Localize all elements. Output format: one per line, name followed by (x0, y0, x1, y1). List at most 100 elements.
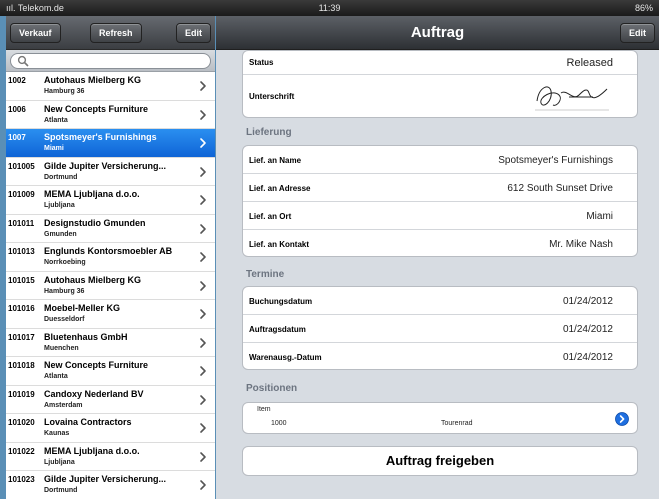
lieferung-row: Lief. an Adresse 612 South Sunset Drive (243, 174, 637, 202)
lieferung-label: Lief. an Kontakt (249, 240, 310, 249)
lieferung-value: Spotsmeyer's Furnishings (498, 155, 613, 166)
list-item-name: Gilde Jupiter Versicherung... (44, 474, 167, 484)
signature-row[interactable]: Unterschrift (243, 75, 637, 117)
list-item[interactable]: 101019 Candoxy Nederland BV Amsterdam (6, 385, 215, 414)
lieferung-row: Lief. an Name Spotsmeyer's Furnishings (243, 146, 637, 174)
list-item-name: Moebel-Meller KG (44, 303, 121, 313)
position-header: Item (257, 406, 271, 413)
list-item[interactable]: 1002 Autohaus Mielberg KG Hamburg 36 (6, 72, 215, 101)
list-item-city: Duesseldorf (44, 316, 85, 323)
list-item-city: Atlanta (44, 116, 68, 124)
list-item[interactable]: 1007 Spotsmeyer's Furnishings Miami (6, 129, 215, 158)
search-bar (6, 50, 215, 72)
list-item-number: 101017 (8, 332, 35, 342)
position-item-name: Tourenrad (441, 420, 473, 427)
battery-percent: 86% (634, 3, 653, 13)
list-item-city: Miami (44, 145, 64, 152)
section-title-lieferung: Lieferung (246, 127, 292, 138)
list-item-name: MEMA Ljubljana d.o.o. (44, 445, 140, 456)
chevron-right-icon (200, 480, 206, 490)
back-verkauf-button[interactable]: Verkauf (10, 23, 61, 43)
list-item-name: Lovaina Contractors (44, 417, 132, 427)
list-item-name: Spotsmeyer's Furnishings (44, 132, 157, 142)
chevron-right-icon (200, 252, 206, 262)
status-bar: ııl. Telekom.de 11:39 86% (0, 0, 659, 16)
list-item-number: 101011 (8, 218, 35, 228)
auftrag-freigeben-button[interactable]: Auftrag freigeben (242, 446, 638, 476)
list-item[interactable]: 101020 Lovaina Contractors Kaunas (6, 414, 215, 443)
lieferung-value: Miami (586, 211, 613, 222)
chevron-right-icon (200, 423, 206, 433)
detail-pane: Auftrag Edit Status Released Unterschrif… (216, 16, 659, 499)
chevron-right-icon (200, 366, 206, 376)
list-item-number: 1006 (8, 104, 26, 114)
list-item[interactable]: 101022 MEMA Ljubljana d.o.o. Ljubljana (6, 442, 215, 471)
lieferung-label: Lief. an Ort (249, 212, 292, 221)
master-navbar: Verkauf Refresh Edit (6, 16, 215, 50)
termine-group: Buchungsdatum 01/24/2012 Auftragsdatum 01/2… (242, 286, 638, 370)
list-item-name: Englunds Kontorsmoebler AB (44, 246, 173, 256)
list-item-city: Hamburg 36 (44, 88, 85, 95)
detail-disclosure-icon[interactable] (615, 412, 629, 426)
chevron-right-icon (200, 451, 206, 462)
position-item-number: 1000 (271, 420, 287, 427)
list-item-city: Kaunas (44, 430, 70, 437)
list-item[interactable]: 101005 Gilde Jupiter Versicherung... Dortm… (6, 157, 215, 186)
list-item-city: Norrkoebing (44, 259, 86, 266)
chevron-right-icon (200, 337, 206, 348)
chevron-right-icon (200, 223, 206, 234)
position-row[interactable]: Item 1000 Tourenrad (243, 403, 637, 433)
refresh-button[interactable]: Refresh (90, 23, 142, 43)
chevron-right-icon (200, 109, 206, 120)
list-item-city: Hamburg 36 (44, 287, 85, 295)
list-item-number: 101013 (8, 247, 35, 256)
section-title-positionen: Positionen (246, 383, 298, 394)
list-item-number: 101022 (8, 446, 35, 456)
list-item[interactable]: 1006 New Concepts Furniture Atlanta (6, 100, 215, 129)
list-item-city: Muenchen (44, 344, 79, 352)
termine-value: 01/24/2012 (562, 324, 613, 335)
list-item[interactable]: 101013 Englunds Kontorsmoebler AB Norrkoeb… (6, 243, 215, 272)
list-item[interactable]: 101015 Autohaus Mielberg KG Hamburg 36 (6, 271, 215, 300)
chevron-right-icon (200, 280, 206, 291)
list-item[interactable]: 101016 Moebel-Meller KG Duesseldorf (6, 300, 215, 329)
lieferung-label: Lief. an Name (249, 156, 302, 165)
list-item[interactable]: 101009 MEMA Ljubljana d.o.o. Ljubljana (6, 186, 215, 215)
list-item[interactable]: 101011 Designstudio Gmunden Gmunden (6, 214, 215, 243)
list-item[interactable]: 101018 New Concepts Furniture Atlanta (6, 357, 215, 386)
search-input[interactable] (10, 53, 211, 69)
list-item[interactable]: 101017 Bluetenhaus GmbH Muenchen (6, 328, 215, 357)
list-item-number: 101016 (8, 304, 35, 313)
status-group: Status Released Unterschrift (242, 50, 638, 118)
list-item[interactable]: 101023 Gilde Jupiter Versicherung... Dortm… (6, 471, 215, 499)
list-item-name: Bluetenhaus GmbH (44, 331, 128, 342)
termine-label: Buchungsdatum (249, 297, 313, 306)
list-item-city: Gmunden (44, 230, 77, 238)
list-item-number: 1002 (8, 76, 26, 85)
search-icon (17, 55, 29, 67)
status-label: Status (249, 58, 274, 67)
list-item-city: Dortmund (44, 487, 78, 494)
clock: 11:39 (318, 3, 341, 13)
detail-edit-button[interactable]: Edit (620, 23, 655, 43)
chevron-right-icon (200, 81, 206, 91)
chevron-right-icon (200, 166, 206, 177)
list-item-number: 101023 (8, 475, 35, 484)
chevron-right-icon (200, 309, 206, 319)
termine-value: 01/24/2012 (562, 352, 613, 363)
list-item-name: MEMA Ljubljana d.o.o. (44, 189, 140, 199)
list-item-name: Autohaus Mielberg KG (44, 75, 142, 85)
detail-navbar: Auftrag Edit (216, 16, 659, 50)
list-item-number: 1007 (8, 133, 26, 142)
list-item-name: Designstudio Gmunden (44, 217, 146, 228)
section-title-termine: Termine (246, 269, 285, 280)
list-item-name: Candoxy Nederland BV (44, 388, 144, 399)
list-item-city: Atlanta (44, 373, 68, 380)
signature-image (535, 86, 609, 111)
termine-row: Auftragsdatum 01/24/2012 (243, 315, 637, 343)
termine-value: 01/24/2012 (562, 296, 613, 307)
list-item-name: Gilde Jupiter Versicherung... (44, 160, 167, 171)
positionen-group: Item 1000 Tourenrad (242, 402, 638, 434)
master-edit-button[interactable]: Edit (176, 23, 211, 43)
chevron-right-icon (200, 138, 206, 148)
